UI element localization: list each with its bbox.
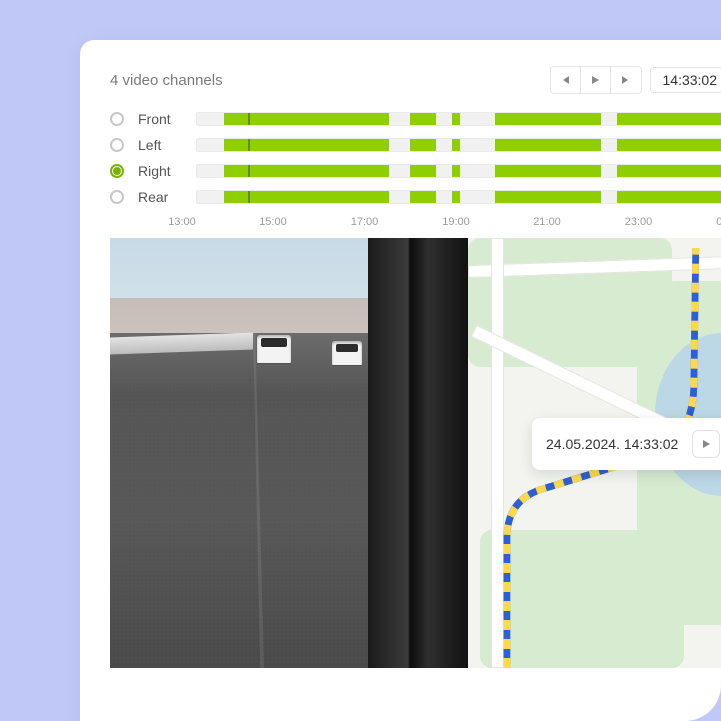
map-panel[interactable]: 24.05.2024. 14:33:02 — [468, 238, 721, 668]
skip-forward-icon — [621, 75, 631, 85]
channel-label: Rear — [138, 189, 182, 205]
content-row: 24.05.2024. 14:33:02 — [80, 238, 721, 668]
tick: 15:00 — [259, 216, 287, 228]
timeline-track-rear[interactable] — [196, 190, 721, 204]
tick: 13:00 — [168, 216, 196, 228]
play-button[interactable] — [581, 67, 611, 93]
header-row: 4 video channels 14:33:02 — [80, 40, 721, 106]
channel-row-front[interactable]: Front — [110, 106, 721, 132]
channel-row-left[interactable]: Left — [110, 132, 721, 158]
tick: 19:00 — [442, 216, 470, 228]
tick: 23:00 — [625, 216, 653, 228]
timeline-track-left[interactable] — [196, 138, 721, 152]
tick: 17:00 — [351, 216, 379, 228]
skip-back-icon — [560, 75, 570, 85]
tick: 01:00 — [716, 216, 721, 228]
channels-title: 4 video channels — [110, 72, 223, 89]
timeline-track-right[interactable] — [196, 164, 721, 178]
video-frame[interactable] — [110, 238, 468, 668]
time-axis: 13:00 15:00 17:00 19:00 21:00 23:00 01:0… — [182, 210, 721, 238]
playhead[interactable] — [248, 191, 250, 203]
playback-button-group — [550, 66, 642, 94]
channel-row-right[interactable]: Right — [110, 158, 721, 184]
popup-play-button[interactable] — [692, 430, 720, 458]
outer-container: 4 video channels 14:33:02 — [0, 0, 721, 721]
channel-label: Left — [138, 137, 182, 153]
app-panel: 4 video channels 14:33:02 — [80, 40, 721, 721]
channel-label: Right — [138, 163, 182, 179]
channel-rows: Front Left — [80, 106, 721, 210]
radio-icon[interactable] — [110, 112, 124, 126]
timeline-track-front[interactable] — [196, 112, 721, 126]
playhead[interactable] — [248, 139, 250, 151]
radio-icon[interactable] — [110, 190, 124, 204]
skip-back-button[interactable] — [551, 67, 581, 93]
radio-icon[interactable] — [110, 164, 124, 178]
channel-label: Front — [138, 111, 182, 127]
time-display: 14:33:02 — [650, 67, 721, 93]
radio-icon[interactable] — [110, 138, 124, 152]
tick: 21:00 — [533, 216, 561, 228]
play-icon — [701, 439, 711, 449]
popup-timestamp: 24.05.2024. 14:33:02 — [546, 436, 678, 452]
playhead[interactable] — [248, 165, 250, 177]
channel-row-rear[interactable]: Rear — [110, 184, 721, 210]
playback-controls: 14:33:02 — [550, 66, 721, 94]
playhead[interactable] — [248, 113, 250, 125]
skip-forward-button[interactable] — [611, 67, 641, 93]
play-icon — [590, 75, 600, 85]
map-popup: 24.05.2024. 14:33:02 — [532, 418, 721, 470]
